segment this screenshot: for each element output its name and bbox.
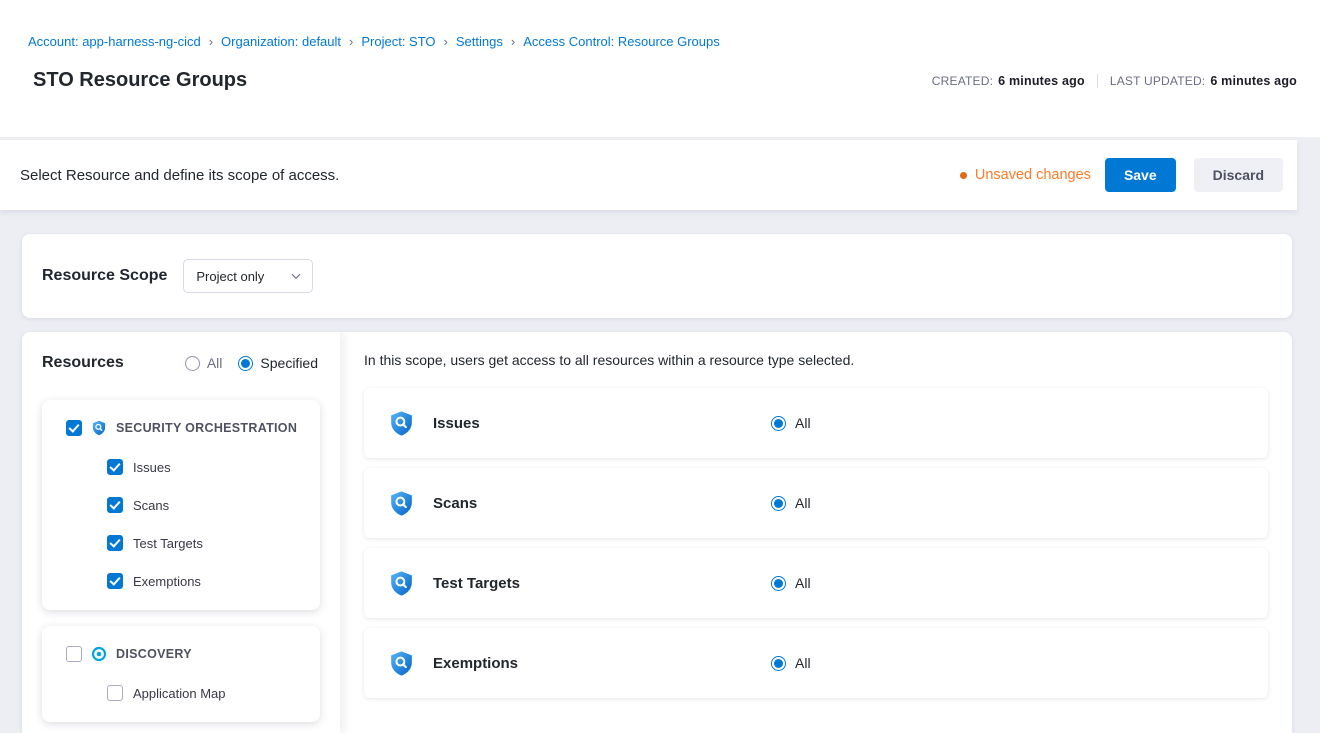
resource-row-scans: Scans All: [364, 468, 1268, 538]
last-updated-label: LAST UPDATED:: [1110, 74, 1206, 88]
unsaved-changes-label: Unsaved changes: [975, 167, 1091, 183]
access-all-label: All: [795, 415, 811, 431]
meta-divider: [1097, 74, 1098, 88]
access-all-radio[interactable]: [771, 496, 786, 511]
issues-checkbox[interactable]: [107, 459, 123, 475]
last-updated-value: 6 minutes ago: [1210, 74, 1297, 88]
breadcrumb-settings-link[interactable]: Settings: [456, 34, 503, 49]
resources-filter-specified[interactable]: Specified: [238, 355, 318, 371]
resources-filter-all[interactable]: All: [185, 355, 223, 371]
discovery-checkbox[interactable]: [66, 646, 82, 662]
breadcrumb-separator: ›: [511, 34, 515, 49]
save-button[interactable]: Save: [1105, 158, 1176, 192]
resource-item-issues: Issues: [42, 448, 320, 486]
meta-info: CREATED: 6 minutes ago LAST UPDATED: 6 m…: [932, 74, 1297, 88]
scans-label: Scans: [133, 498, 169, 513]
exemptions-label: Exemptions: [133, 574, 201, 589]
resource-row-label: Exemptions: [433, 655, 771, 672]
main-content: Resource Scope Project only Resources Al…: [0, 210, 1297, 733]
discovery-icon: [91, 646, 107, 662]
group-name: DISCOVERY: [116, 647, 192, 661]
exemptions-checkbox[interactable]: [107, 573, 123, 589]
access-description: In this scope, users get access to all r…: [364, 352, 1268, 368]
resource-scope-label: Resource Scope: [42, 267, 167, 285]
resource-row-issues: Issues All: [364, 388, 1268, 458]
toolbar-description: Select Resource and define its scope of …: [20, 167, 339, 184]
access-all-label: All: [795, 495, 811, 511]
access-all-radio[interactable]: [771, 656, 786, 671]
security-orchestration-checkbox[interactable]: [66, 420, 82, 436]
created-value: 6 minutes ago: [998, 74, 1085, 88]
issues-label: Issues: [133, 460, 171, 475]
breadcrumb: Account: app-harness-ng-cicd › Organizat…: [28, 34, 1297, 49]
resource-groups-page: Account: app-harness-ng-cicd › Organizat…: [0, 0, 1320, 733]
resource-row-test-targets: Test Targets All: [364, 548, 1268, 618]
access-panel: In this scope, users get access to all r…: [340, 332, 1292, 733]
resource-scope-card: Resource Scope Project only: [22, 234, 1292, 318]
all-radio-label: All: [207, 355, 223, 371]
resources-title: Resources: [42, 354, 124, 372]
access-all-radio[interactable]: [771, 576, 786, 591]
specified-radio-label: Specified: [260, 355, 318, 371]
resources-panel: Resources All Specified: [22, 332, 340, 733]
resource-item-application-map: Application Map: [42, 674, 320, 712]
breadcrumb-project-link[interactable]: Project: STO: [361, 34, 435, 49]
unsaved-changes-indicator: Unsaved changes: [960, 167, 1091, 183]
resources-filter: All Specified: [185, 355, 318, 371]
sto-shield-icon: [388, 490, 415, 517]
page-header: Account: app-harness-ng-cicd › Organizat…: [0, 0, 1320, 137]
unsaved-dot-icon: [960, 172, 967, 179]
sto-shield-icon: [91, 420, 107, 436]
resource-row-exemptions: Exemptions All: [364, 628, 1268, 698]
breadcrumb-organization-link[interactable]: Organization: default: [221, 34, 341, 49]
scans-checkbox[interactable]: [107, 497, 123, 513]
test-targets-checkbox[interactable]: [107, 535, 123, 551]
resource-row-label: Scans: [433, 495, 771, 512]
specified-radio[interactable]: [238, 356, 253, 371]
created-label: CREATED:: [932, 74, 993, 88]
resource-item-scans: Scans: [42, 486, 320, 524]
all-radio[interactable]: [185, 356, 200, 371]
resources-section: Resources All Specified: [22, 332, 1292, 733]
application-map-label: Application Map: [133, 686, 226, 701]
resource-scope-dropdown[interactable]: Project only: [183, 259, 313, 293]
application-map-checkbox[interactable]: [107, 685, 123, 701]
breadcrumb-separator: ›: [444, 34, 448, 49]
breadcrumb-separator: ›: [349, 34, 353, 49]
test-targets-label: Test Targets: [133, 536, 203, 551]
resource-item-test-targets: Test Targets: [42, 524, 320, 562]
resource-item-exemptions: Exemptions: [42, 562, 320, 600]
resource-scope-selected-value: Project only: [196, 269, 264, 284]
access-all-radio[interactable]: [771, 416, 786, 431]
breadcrumb-separator: ›: [209, 34, 213, 49]
resource-group-security-orchestration: SECURITY ORCHESTRATION Issues Scans Test…: [42, 400, 320, 610]
breadcrumb-resource-groups-link[interactable]: Access Control: Resource Groups: [523, 34, 720, 49]
toolbar: Select Resource and define its scope of …: [0, 140, 1297, 210]
resource-group-discovery: DISCOVERY Application Map: [42, 626, 320, 722]
chevron-down-icon: [290, 270, 302, 282]
sto-shield-icon: [388, 570, 415, 597]
access-all-label: All: [795, 575, 811, 591]
group-name: SECURITY ORCHESTRATION: [116, 421, 297, 435]
resource-row-label: Test Targets: [433, 575, 771, 592]
access-all-label: All: [795, 655, 811, 671]
sto-shield-icon: [388, 410, 415, 437]
resource-row-label: Issues: [433, 415, 771, 432]
sto-shield-icon: [388, 650, 415, 677]
page-title: STO Resource Groups: [33, 69, 247, 92]
discard-button[interactable]: Discard: [1194, 158, 1283, 192]
breadcrumb-account-link[interactable]: Account: app-harness-ng-cicd: [28, 34, 201, 49]
